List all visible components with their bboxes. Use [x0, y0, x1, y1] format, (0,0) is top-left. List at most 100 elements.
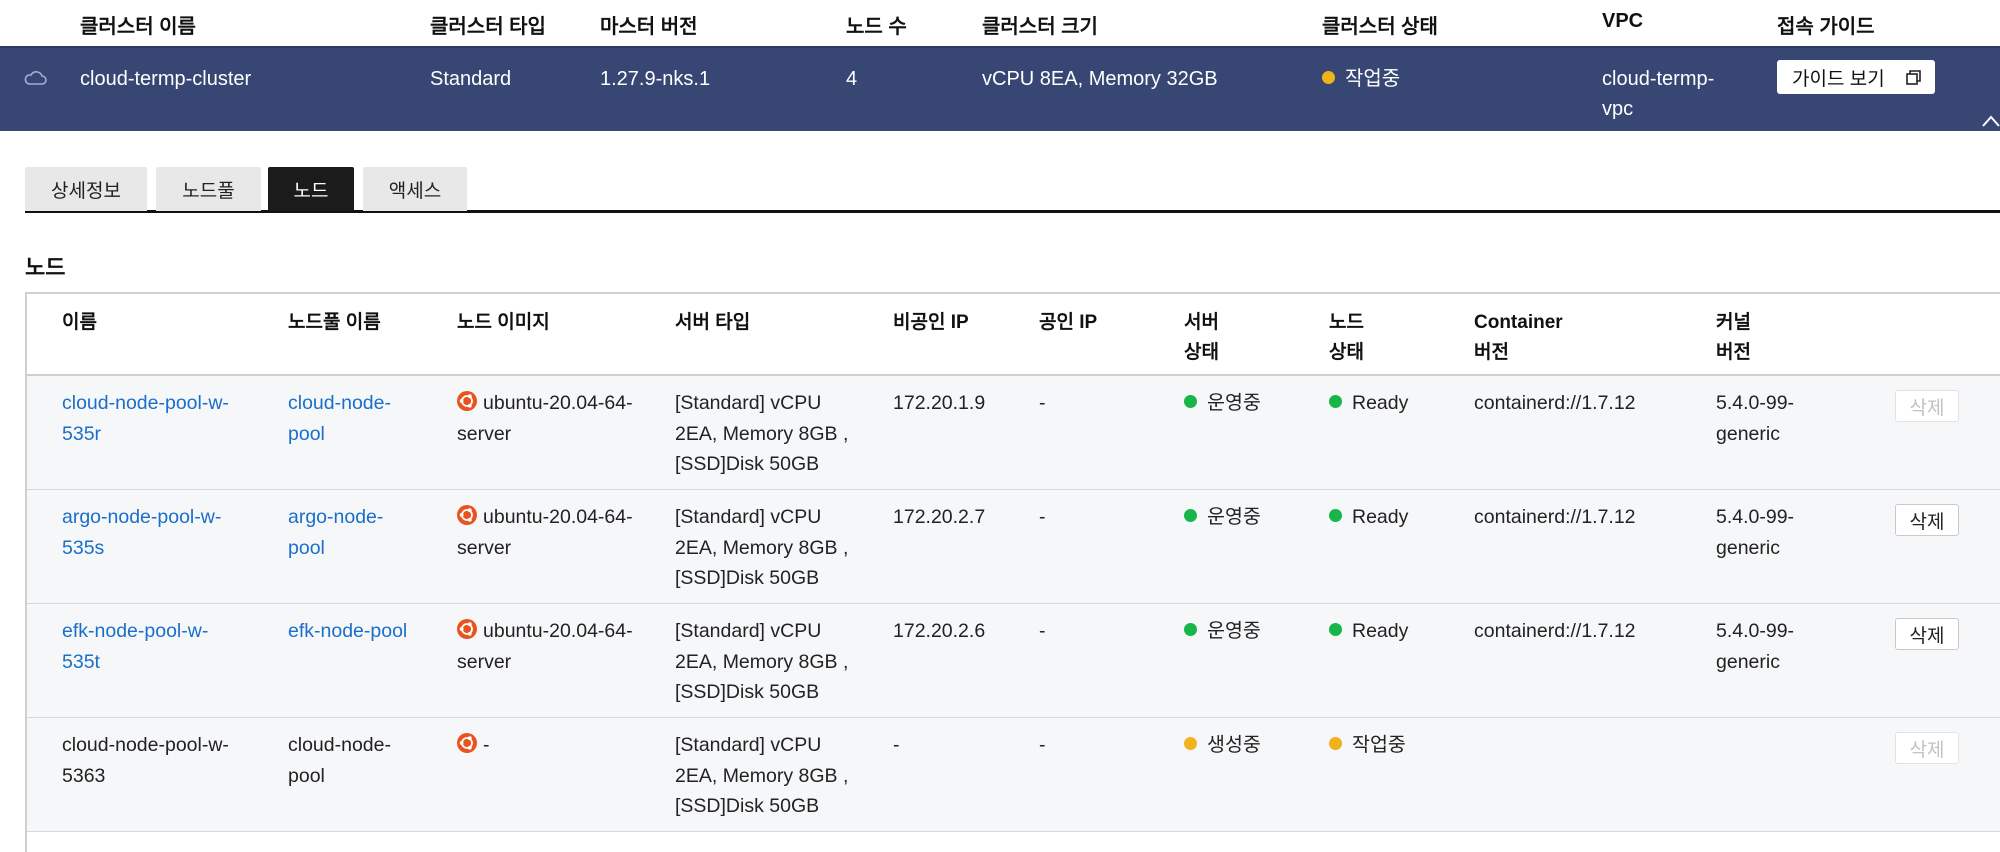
delete-button[interactable]: 삭제 — [1895, 390, 1959, 422]
kernel-version-line2: generic — [1716, 422, 1780, 445]
node-name-line2: 535t — [62, 650, 100, 673]
delete-button[interactable]: 삭제 — [1895, 504, 1959, 536]
server-type-line1: [Standard] vCPU — [675, 392, 822, 414]
server-status: 생성중 — [1184, 730, 1261, 761]
col-private-ip: 비공인 IP — [893, 312, 969, 333]
node-status-text: Ready — [1352, 506, 1409, 528]
node-name: cloud-node-pool-w- 5363 — [62, 730, 229, 791]
server-type-line3: [SSD]Disk 50GB — [675, 453, 820, 475]
node-image: ubuntu-20.04-64- server — [457, 616, 633, 677]
container-version: containerd://1.7.12 — [1474, 392, 1636, 414]
node-image-line1: ubuntu-20.04-64- — [483, 392, 633, 414]
kernel-version: 5.4.0-99- generic — [1716, 388, 1794, 449]
node-image-line1: ubuntu-20.04-64- — [483, 620, 633, 642]
node-pool-name[interactable]: argo-node-pool — [288, 502, 383, 563]
view-guide-label: 가이드 보기 — [1792, 68, 1885, 90]
public-ip: - — [1039, 392, 1046, 414]
col-server-status: 서버 상태 — [1184, 308, 1219, 368]
node-name-line1: cloud-node-pool-w- — [62, 392, 229, 414]
server-type-line2: 2EA, Memory 8GB , — [675, 650, 849, 673]
node-image: ubuntu-20.04-64- server — [457, 388, 633, 449]
status-dot-icon — [1329, 737, 1342, 751]
cluster-name: cloud-termp-cluster — [80, 68, 252, 90]
delete-button[interactable]: 삭제 — [1895, 732, 1959, 764]
col-name: 이름 — [62, 312, 97, 333]
server-type-line2: 2EA, Memory 8GB , — [675, 536, 849, 559]
delete-button[interactable]: 삭제 — [1895, 618, 1959, 650]
col-node-status-line1: 노드 — [1329, 312, 1364, 333]
tab-details[interactable]: 상세정보 — [25, 167, 147, 211]
server-type-line2: 2EA, Memory 8GB , — [675, 422, 849, 445]
kernel-version-line2: generic — [1716, 536, 1780, 559]
node-status: Ready — [1329, 388, 1408, 419]
table-row[interactable]: efk-node-pool-w- 535t efk-node-pool ubuntu-… — [27, 604, 2000, 718]
node-pool-name[interactable]: efk-node-pool — [288, 616, 407, 647]
cluster-status-text: 작업중 — [1345, 68, 1401, 90]
col-container-line2: 버전 — [1474, 342, 1509, 363]
node-image-line1: - — [483, 734, 490, 756]
cluster-type: Standard — [430, 68, 512, 90]
col-pool: 노드풀 이름 — [288, 312, 381, 333]
table-row[interactable]: argo-node-pool-w- 535s argo-node-pool ubunt… — [27, 490, 2000, 604]
status-dot-icon — [1329, 509, 1342, 523]
node-pool-name[interactable]: cloud-node-pool — [288, 388, 391, 449]
header-access-guide: 접속 가이드 — [1777, 16, 1875, 38]
view-guide-button[interactable]: 가이드 보기 — [1777, 60, 1935, 94]
node-image-line2: server — [457, 536, 512, 559]
tab-access[interactable]: 액세스 — [363, 167, 467, 211]
table-row[interactable]: cloud-node-pool-w- 5363 cloud-node-pool - [S… — [27, 718, 2000, 832]
col-node-status: 노드 상태 — [1329, 308, 1364, 368]
ubuntu-icon — [457, 390, 477, 411]
public-ip: - — [1039, 506, 1046, 528]
node-pool-name: cloud-node-pool — [288, 730, 391, 791]
node-image-line1: ubuntu-20.04-64- — [483, 506, 633, 528]
tab-node-pool[interactable]: 노드풀 — [156, 167, 261, 211]
server-status-text: 운영중 — [1207, 620, 1261, 642]
server-status-text: 운영중 — [1207, 506, 1261, 528]
header-node-count: 노드 수 — [846, 16, 907, 38]
status-dot-icon — [1322, 71, 1335, 85]
open-popup-icon — [1906, 70, 1921, 85]
cluster-vpc-line1: cloud-termp- — [1602, 68, 1715, 90]
server-type-line1: [Standard] vCPU — [675, 620, 822, 642]
server-type-line1: [Standard] vCPU — [675, 506, 822, 528]
cluster-node-count: 4 — [846, 68, 858, 90]
node-status: 작업중 — [1329, 730, 1406, 761]
col-server-status-line2: 상태 — [1184, 342, 1219, 363]
table-row[interactable]: cloud-node-pool-w- 535r cloud-node-pool ubu… — [27, 376, 2000, 490]
col-public-ip: 공인 IP — [1039, 312, 1098, 333]
node-status-text: Ready — [1352, 620, 1409, 642]
nodes-table-header: 이름 노드풀 이름 노드 이미지 서버 타입 비공인 IP 공인 IP 서버 상… — [27, 294, 2000, 376]
cluster-row[interactable]: cloud-termp-cluster Standard 1.27.9-nks.… — [0, 48, 2000, 131]
header-cluster-size: 클러스터 크기 — [982, 16, 1098, 38]
col-node-status-line2: 상태 — [1329, 342, 1364, 363]
server-type-line1: [Standard] vCPU — [675, 734, 822, 756]
node-name-line1: argo-node-pool-w- — [62, 506, 222, 528]
node-pool-line1: argo-node- — [288, 506, 384, 528]
server-type-line3: [SSD]Disk 50GB — [675, 681, 820, 703]
status-dot-icon — [1329, 623, 1342, 637]
status-dot-icon — [1184, 509, 1197, 523]
col-kernel-line1: 커널 — [1716, 312, 1751, 333]
server-type-line3: [SSD]Disk 50GB — [675, 795, 820, 817]
node-image: - — [457, 730, 490, 761]
node-pool-line2: pool — [288, 422, 325, 445]
node-name[interactable]: efk-node-pool-w- 535t — [62, 616, 208, 677]
server-type: [Standard] vCPU 2EA, Memory 8GB , [SSD]Dis… — [675, 616, 848, 708]
container-version: containerd://1.7.12 — [1474, 620, 1636, 642]
status-dot-icon — [1329, 395, 1342, 409]
server-type-line2: 2EA, Memory 8GB , — [675, 764, 849, 787]
chevron-up-icon[interactable] — [1981, 114, 2000, 128]
tab-nodes[interactable]: 노드 — [268, 167, 354, 211]
header-cluster-type: 클러스터 타입 — [430, 16, 546, 38]
node-name[interactable]: argo-node-pool-w- 535s — [62, 502, 221, 563]
node-name-line2: 5363 — [62, 764, 106, 787]
node-status: Ready — [1329, 502, 1408, 533]
kernel-version-line1: 5.4.0-99- — [1716, 392, 1795, 414]
ubuntu-icon — [457, 732, 477, 753]
header-cluster-name: 클러스터 이름 — [80, 16, 196, 38]
header-vpc: VPC — [1602, 10, 1644, 32]
node-name[interactable]: cloud-node-pool-w- 535r — [62, 388, 229, 449]
container-version: containerd://1.7.12 — [1474, 506, 1636, 528]
status-dot-icon — [1184, 737, 1197, 751]
